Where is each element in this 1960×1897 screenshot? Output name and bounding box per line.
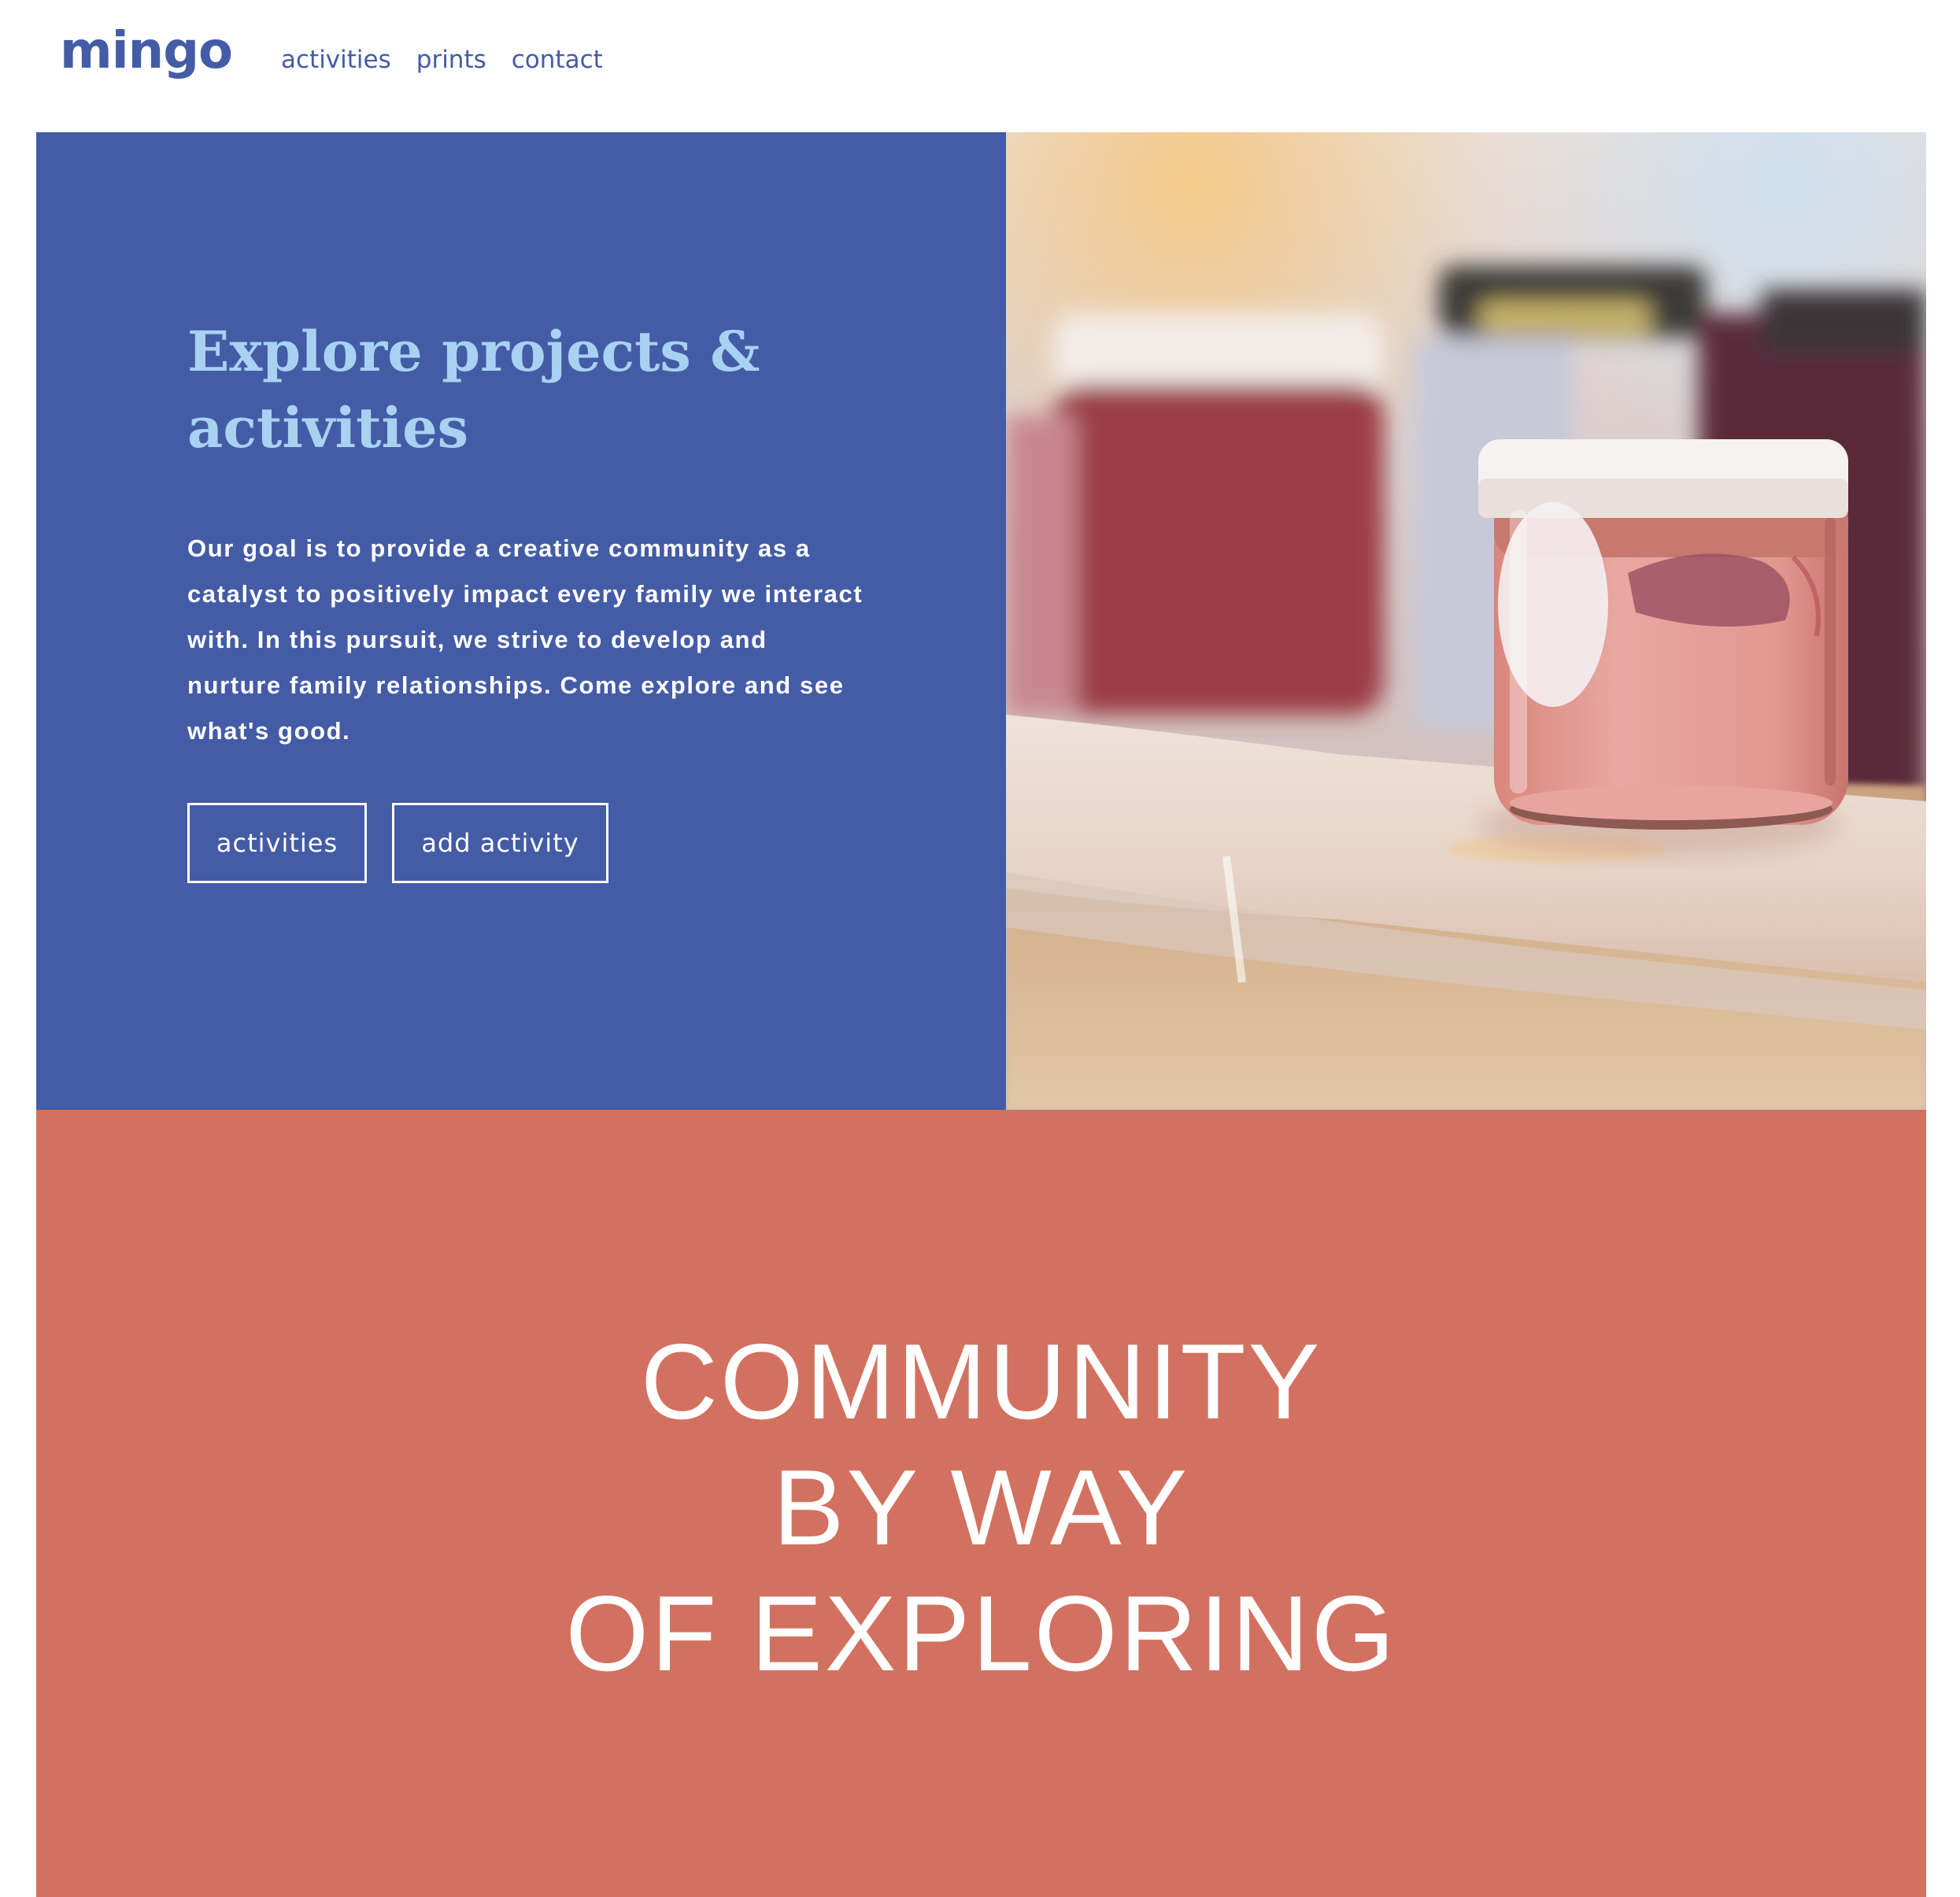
hero-panel: Explore projects & activities Our goal i… xyxy=(36,132,1006,1110)
main-nav: activities prints contact xyxy=(281,41,603,79)
logo[interactable]: mingo xyxy=(60,16,233,87)
nav-link-contact[interactable]: contact xyxy=(512,41,603,79)
activities-button[interactable]: activities xyxy=(187,803,367,883)
site-header: mingo activities prints contact xyxy=(0,0,1960,132)
community-heading-line: COMMUNITY xyxy=(640,1322,1322,1441)
hero-section: Explore projects & activities Our goal i… xyxy=(36,132,1926,1110)
community-section: COMMUNITY BY WAY OF EXPLORING xyxy=(36,1110,1926,1897)
add-activity-button[interactable]: add activity xyxy=(392,803,608,883)
nav-link-prints[interactable]: prints xyxy=(416,41,486,79)
nav-link-activities[interactable]: activities xyxy=(281,41,391,79)
community-heading-line: BY WAY xyxy=(772,1448,1190,1567)
hero-buttons: activities add activity xyxy=(187,803,608,883)
community-heading: COMMUNITY BY WAY OF EXPLORING xyxy=(36,1318,1926,1696)
community-heading-line: OF EXPLORING xyxy=(565,1573,1397,1693)
paint-jars-photo xyxy=(1006,132,1926,1110)
paint-jars-illustration xyxy=(1006,132,1926,1110)
hero-description: Our goal is to provide a creative commun… xyxy=(187,534,864,745)
hero-title: Explore projects & activities xyxy=(187,319,760,460)
